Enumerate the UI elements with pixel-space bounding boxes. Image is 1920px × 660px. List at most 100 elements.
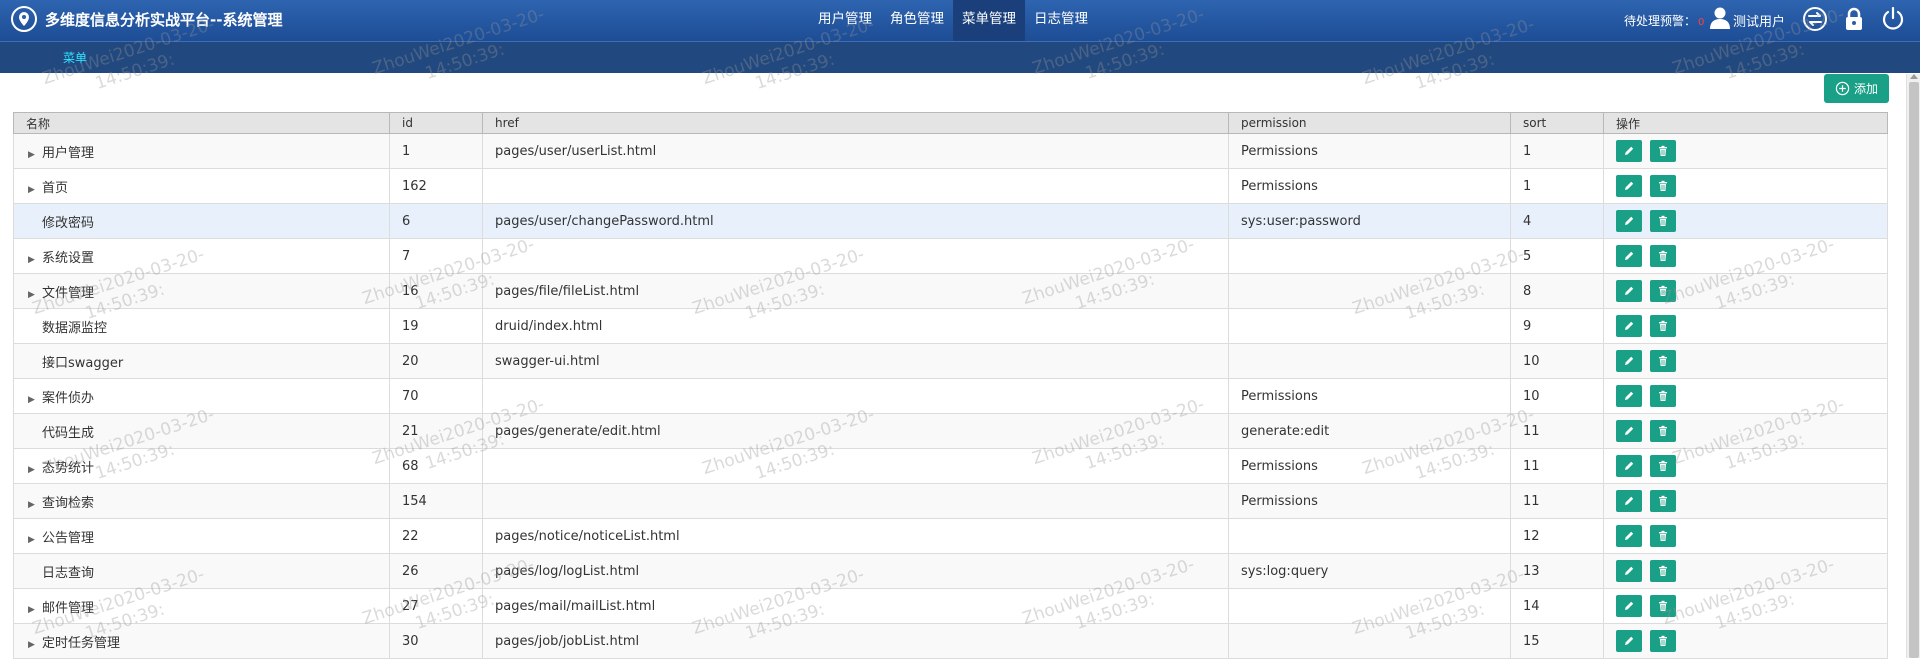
scroll-up-icon[interactable] [1910,74,1918,79]
cell-href: druid/index.html [482,308,1229,344]
expand-caret-icon[interactable]: ▶ [28,290,42,300]
cell-name: ▶ 查询检索 [13,483,390,519]
expand-caret-icon[interactable]: ▶ [28,150,42,160]
sub-nav-menu[interactable]: 菜单 [63,49,87,66]
table-row[interactable]: ▶ 系统设置 7 5 [13,238,1888,274]
expand-caret-icon[interactable]: ▶ [28,605,42,615]
delete-button[interactable] [1650,455,1676,477]
cell-sort: 5 [1510,238,1604,274]
table-row[interactable]: ▶ 查询检索 154 Permissions 11 [13,483,1888,519]
edit-button[interactable] [1616,175,1642,197]
expand-caret-icon[interactable]: ▶ [28,465,42,475]
col-header-permission[interactable]: permission [1228,112,1511,134]
delete-button[interactable] [1650,420,1676,442]
expand-caret-icon[interactable]: ▶ [28,535,42,545]
table-row[interactable]: 日志查询 26 pages/log/logList.html sys:log:quer… [13,553,1888,589]
table-row[interactable]: 代码生成 21 pages/generate/edit.html generate:e… [13,413,1888,449]
edit-button[interactable] [1616,245,1642,267]
nav-user-management[interactable]: 用户管理 [809,0,881,41]
table-row[interactable]: ▶ 态势统计 68 Permissions 11 [13,448,1888,484]
cell-name: ▶ 首页 [13,168,390,204]
table-body: ▶ 用户管理 1 pages/user/userList.html Permission… [13,133,1888,659]
edit-button[interactable] [1616,280,1642,302]
cell-actions [1603,273,1888,309]
lock-icon[interactable] [1841,6,1867,32]
cell-id: 162 [389,168,483,204]
menu-name: 系统设置 [42,250,95,266]
expand-caret-icon[interactable]: ▶ [28,640,42,650]
table-row[interactable]: ▶ 公告管理 22 pages/notice/noticeList.html 12 [13,518,1888,554]
cell-name: ▶ 文件管理 [13,273,390,309]
expand-caret-icon[interactable]: ▶ [28,395,42,405]
delete-button[interactable] [1650,560,1676,582]
delete-button[interactable] [1650,280,1676,302]
add-button-label: 添加 [1853,82,1878,96]
cell-id: 19 [389,308,483,344]
main-nav: 用户管理 角色管理 菜单管理 日志管理 [809,0,1097,41]
user-name[interactable]: 测试用户 [1733,11,1785,30]
delete-button[interactable] [1650,490,1676,512]
delete-button[interactable] [1650,245,1676,267]
expand-caret-icon[interactable]: ▶ [28,500,42,510]
cell-id: 7 [389,238,483,274]
power-icon[interactable] [1880,6,1906,32]
table-row[interactable]: ▶ 首页 162 Permissions 1 [13,168,1888,204]
edit-button[interactable] [1616,525,1642,547]
cell-actions [1603,588,1888,624]
cell-href: pages/user/changePassword.html [482,203,1229,239]
table-row[interactable]: ▶ 用户管理 1 pages/user/userList.html Permission… [13,133,1888,169]
delete-button[interactable] [1650,595,1676,617]
nav-role-management[interactable]: 角色管理 [881,0,953,41]
scroll-thumb[interactable] [1909,82,1919,658]
delete-button[interactable] [1650,175,1676,197]
nav-log-management[interactable]: 日志管理 [1025,0,1097,41]
add-button[interactable]: 添加 [1824,74,1889,103]
nav-menu-management[interactable]: 菜单管理 [953,0,1025,41]
table-row[interactable]: ▶ 文件管理 16 pages/file/fileList.html 8 [13,273,1888,309]
table-row[interactable]: ▶ 定时任务管理 30 pages/job/jobList.html 15 [13,623,1888,659]
delete-button[interactable] [1650,210,1676,232]
col-header-name[interactable]: 名称 [13,112,390,134]
col-header-sort[interactable]: sort [1510,112,1604,134]
cell-actions [1603,448,1888,484]
pending-alerts-label: 待处理预警： [1624,14,1697,28]
edit-button[interactable] [1616,350,1642,372]
edit-button[interactable] [1616,140,1642,162]
cell-permission: Permissions [1228,133,1511,169]
cell-sort: 11 [1510,413,1604,449]
edit-button[interactable] [1616,630,1642,652]
delete-button[interactable] [1650,350,1676,372]
cell-id: 6 [389,203,483,239]
delete-button[interactable] [1650,315,1676,337]
cell-sort: 1 [1510,133,1604,169]
edit-button[interactable] [1616,420,1642,442]
table-row[interactable]: 接口swagger 20 swagger-ui.html 10 [13,343,1888,379]
edit-button[interactable] [1616,385,1642,407]
switch-icon[interactable] [1802,6,1828,32]
delete-button[interactable] [1650,385,1676,407]
edit-button[interactable] [1616,455,1642,477]
edit-button[interactable] [1616,560,1642,582]
table-row[interactable]: 数据源监控 19 druid/index.html 9 [13,308,1888,344]
col-header-href[interactable]: href [482,112,1229,134]
edit-button[interactable] [1616,490,1642,512]
expand-caret-icon[interactable]: ▶ [28,185,42,195]
expand-caret-icon[interactable]: ▶ [28,255,42,265]
delete-button[interactable] [1650,525,1676,547]
edit-button[interactable] [1616,595,1642,617]
pencil-icon [1623,600,1635,612]
pending-alerts[interactable]: 待处理预警： 0 [1624,12,1704,29]
col-header-id[interactable]: id [389,112,483,134]
delete-button[interactable] [1650,630,1676,652]
table-row[interactable]: ▶ 邮件管理 27 pages/mail/mailList.html 14 [13,588,1888,624]
edit-button[interactable] [1616,315,1642,337]
cell-actions [1603,343,1888,379]
pencil-icon [1623,530,1635,542]
top-header: 多维度信息分析实战平台--系统管理 用户管理 角色管理 菜单管理 日志管理 待处… [0,0,1920,42]
table-row[interactable]: 修改密码 6 pages/user/changePassword.html sys:u… [13,203,1888,239]
menu-name: 查询检索 [42,495,95,511]
edit-button[interactable] [1616,210,1642,232]
delete-button[interactable] [1650,140,1676,162]
table-row[interactable]: ▶ 案件侦办 70 Permissions 10 [13,378,1888,414]
vertical-scrollbar[interactable] [1906,74,1920,658]
